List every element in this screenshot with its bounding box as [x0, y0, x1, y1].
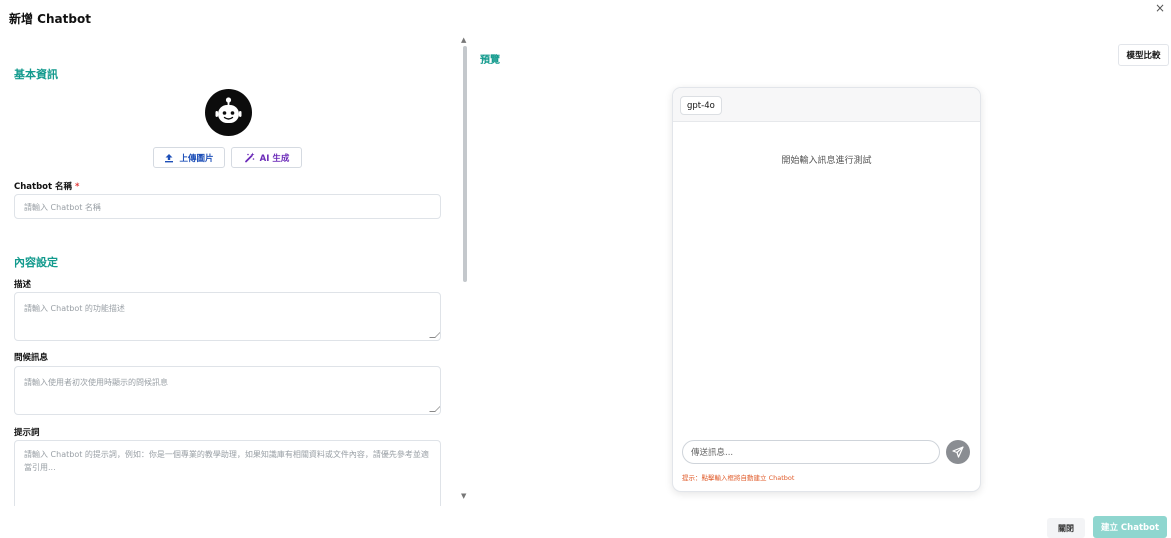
preview-heading: 預覽	[480, 55, 500, 66]
content-settings-heading: 內容設定	[14, 256, 58, 269]
chatbot-name-label: Chatbot 名稱 *	[14, 180, 79, 192]
chat-hint: 提示：點擊輸入框將自動建立 Chatbot	[682, 474, 795, 482]
greeting-label: 問候訊息	[14, 353, 49, 363]
greeting-placeholder: 請輸入使用者初次使用時顯示的問候訊息	[24, 378, 168, 387]
model-compare-button[interactable]: 模型比較	[1118, 44, 1169, 66]
robot-icon	[215, 97, 242, 123]
chat-empty-message: 開始輸入訊息進行測試	[781, 156, 872, 166]
chat-message-input[interactable]: 傳送訊息...	[682, 440, 940, 464]
resize-handle[interactable]	[429, 332, 440, 338]
scroll-down-icon[interactable]: ▼	[461, 492, 466, 500]
description-textarea[interactable]: 請輸入 Chatbot 的功能描述	[14, 292, 441, 341]
description-label: 描述	[14, 280, 32, 290]
prompt-label: 提示詞	[14, 428, 40, 438]
chat-preview-card: gpt-4o 開始輸入訊息進行測試 傳送訊息... 提示：點擊輸入框將自動建立 …	[672, 87, 981, 492]
resize-handle[interactable]	[429, 406, 440, 412]
model-selector[interactable]: gpt-4o	[680, 96, 722, 115]
chatbot-avatar	[205, 89, 252, 136]
form-scrollbar[interactable]: ▲ ▼	[460, 36, 470, 502]
close-icon[interactable]: ×	[1155, 1, 1165, 15]
close-button[interactable]: 關閉	[1047, 518, 1085, 538]
send-icon	[952, 446, 964, 458]
chatbot-name-placeholder: 請輸入 Chatbot 名稱	[24, 203, 101, 212]
chatbot-name-input[interactable]: 請輸入 Chatbot 名稱	[14, 194, 441, 219]
upload-image-button[interactable]: 上傳圖片	[153, 147, 225, 168]
scrollbar-thumb[interactable]	[463, 46, 467, 282]
ai-generate-button[interactable]: AI 生成	[231, 147, 302, 168]
upload-icon	[165, 153, 174, 162]
dialog-title: 新增 Chatbot	[9, 12, 91, 26]
required-mark: *	[75, 182, 80, 192]
basic-info-heading: 基本資訊	[14, 68, 58, 81]
create-chatbot-button[interactable]: 建立 Chatbot	[1093, 516, 1167, 538]
prompt-textarea[interactable]: 請輸入 Chatbot 的提示詞，例如：你是一個專業的教學助理，如果知識庫有相關…	[14, 440, 441, 506]
prompt-placeholder: 請輸入 Chatbot 的提示詞，例如：你是一個專業的教學助理，如果知識庫有相關…	[24, 450, 429, 472]
send-button[interactable]	[946, 440, 970, 464]
ai-generate-label: AI 生成	[259, 153, 290, 164]
scroll-up-icon[interactable]: ▲	[461, 36, 466, 44]
upload-image-label: 上傳圖片	[179, 153, 214, 164]
chat-header: gpt-4o	[673, 88, 980, 122]
chatbot-name-label-text: Chatbot 名稱	[14, 182, 73, 192]
description-placeholder: 請輸入 Chatbot 的功能描述	[24, 304, 125, 313]
greeting-textarea[interactable]: 請輸入使用者初次使用時顯示的問候訊息	[14, 366, 441, 415]
magic-wand-icon	[244, 152, 255, 163]
chat-input-placeholder: 傳送訊息...	[691, 448, 734, 458]
